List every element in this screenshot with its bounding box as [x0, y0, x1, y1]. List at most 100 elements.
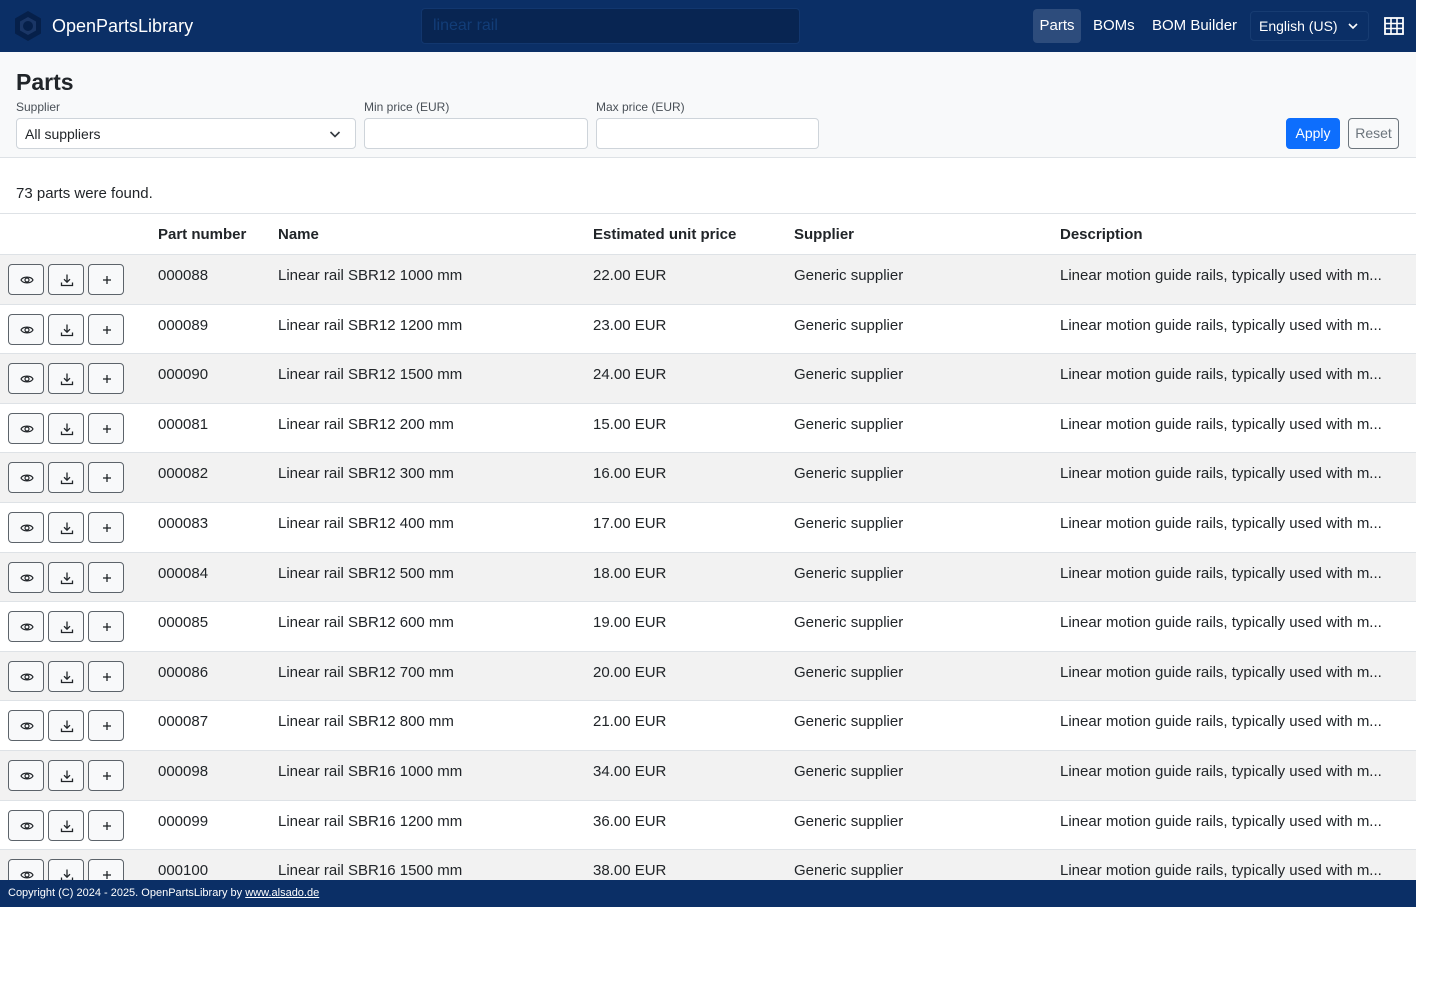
header-price[interactable]: Estimated unit price — [585, 213, 786, 255]
eye-icon — [20, 474, 34, 482]
download-button[interactable] — [48, 660, 84, 692]
add-to-bom-button[interactable] — [88, 264, 124, 295]
view-button[interactable] — [8, 363, 44, 395]
cell-supplier: Generic supplier — [786, 800, 1052, 851]
table-row: 000087 Linear rail SBR12 800 mm 21.00 EUR G… — [0, 700, 1416, 751]
add-to-bom-button[interactable] — [88, 363, 124, 395]
cell-supplier: Generic supplier — [786, 452, 1052, 503]
cell-part-number: 000099 — [150, 800, 270, 851]
cell-part-number: 000084 — [150, 552, 270, 603]
cell-supplier: Generic supplier — [786, 849, 1052, 880]
chevron-down-icon — [329, 131, 341, 138]
table-row: 000082 Linear rail SBR12 300 mm 16.00 EUR G… — [0, 452, 1416, 503]
nav-link-bom-builder[interactable]: BOM Builder — [1144, 9, 1245, 43]
download-button[interactable] — [48, 759, 84, 791]
view-button[interactable] — [8, 561, 44, 593]
download-button[interactable] — [48, 611, 84, 643]
cell-name: Linear rail SBR16 1000 mm — [270, 750, 585, 801]
header-name[interactable]: Name — [270, 213, 585, 255]
cell-part-number: 000085 — [150, 601, 270, 652]
view-button[interactable] — [8, 859, 44, 880]
reset-button[interactable]: Reset — [1348, 118, 1399, 149]
view-button[interactable] — [8, 809, 44, 841]
cell-price: 15.00 EUR — [585, 403, 786, 454]
download-button[interactable] — [48, 363, 84, 395]
plus-icon — [103, 424, 111, 433]
download-icon — [60, 820, 74, 832]
view-button[interactable] — [8, 611, 44, 643]
download-button[interactable] — [48, 859, 84, 880]
supplier-select-value: All suppliers — [25, 125, 101, 142]
add-to-bom-button[interactable] — [88, 759, 124, 791]
footer-link[interactable]: www.alsado.de — [245, 887, 319, 899]
row-actions — [0, 502, 150, 553]
language-select[interactable]: English (US) — [1250, 11, 1369, 41]
add-to-bom-button[interactable] — [88, 412, 124, 444]
header-supplier[interactable]: Supplier — [786, 213, 1052, 255]
row-actions — [0, 700, 150, 751]
apply-button[interactable]: Apply — [1286, 118, 1340, 149]
plus-icon — [103, 623, 111, 632]
cell-price: 18.00 EUR — [585, 552, 786, 603]
add-to-bom-button[interactable] — [88, 462, 124, 494]
plus-icon — [103, 871, 111, 880]
download-button[interactable] — [48, 462, 84, 494]
view-button[interactable] — [8, 511, 44, 543]
add-to-bom-button[interactable] — [88, 313, 124, 345]
view-button[interactable] — [8, 264, 44, 295]
brand[interactable]: OpenPartsLibrary — [12, 10, 193, 42]
cell-description: Linear motion guide rails, typically use… — [1052, 552, 1416, 603]
min-price-input[interactable] — [364, 118, 588, 149]
cell-description: Linear motion guide rails, typically use… — [1052, 750, 1416, 801]
plus-icon — [103, 821, 111, 830]
add-to-bom-button[interactable] — [88, 611, 124, 643]
cell-name: Linear rail SBR12 300 mm — [270, 452, 585, 503]
download-button[interactable] — [48, 412, 84, 444]
cell-price: 34.00 EUR — [585, 750, 786, 801]
table-grid-icon[interactable] — [1383, 15, 1405, 37]
view-button[interactable] — [8, 710, 44, 742]
eye-icon — [20, 822, 34, 829]
download-icon — [60, 373, 74, 386]
view-button[interactable] — [8, 412, 44, 444]
supplier-select[interactable]: All suppliers — [16, 118, 356, 149]
parts-table-container: Part number Name Estimated unit price Su… — [0, 213, 1416, 880]
download-button[interactable] — [48, 561, 84, 593]
row-actions — [0, 800, 150, 851]
nav-link-parts[interactable]: Parts — [1033, 9, 1081, 43]
chevron-down-icon — [1348, 23, 1358, 30]
add-to-bom-button[interactable] — [88, 561, 124, 593]
download-button[interactable] — [48, 809, 84, 841]
cell-name: Linear rail SBR12 1000 mm — [270, 254, 585, 305]
plus-icon — [103, 474, 111, 483]
header-description[interactable]: Description — [1052, 213, 1416, 255]
table-row: 000083 Linear rail SBR12 400 mm 17.00 EUR G… — [0, 502, 1416, 553]
view-button[interactable] — [8, 660, 44, 692]
view-button[interactable] — [8, 759, 44, 791]
plus-icon — [103, 722, 111, 731]
cell-part-number: 000100 — [150, 849, 270, 880]
cell-name: Linear rail SBR12 400 mm — [270, 502, 585, 553]
download-icon — [60, 522, 74, 535]
cell-description: Linear motion guide rails, typically use… — [1052, 800, 1416, 851]
add-to-bom-button[interactable] — [88, 660, 124, 692]
add-to-bom-button[interactable] — [88, 511, 124, 543]
nav-link-boms[interactable]: BOMs — [1085, 9, 1143, 43]
download-button[interactable] — [48, 313, 84, 345]
download-button[interactable] — [48, 710, 84, 742]
download-button[interactable] — [48, 511, 84, 543]
add-to-bom-button[interactable] — [88, 859, 124, 880]
view-button[interactable] — [8, 462, 44, 494]
cell-description: Linear motion guide rails, typically use… — [1052, 502, 1416, 553]
search-input[interactable] — [421, 8, 800, 44]
cell-part-number: 000082 — [150, 452, 270, 503]
header-part-number[interactable]: Part number — [150, 213, 270, 255]
cell-supplier: Generic supplier — [786, 651, 1052, 702]
max-price-input[interactable] — [596, 118, 819, 149]
language-value: English (US) — [1259, 18, 1338, 34]
plus-icon — [103, 375, 111, 384]
add-to-bom-button[interactable] — [88, 710, 124, 742]
download-button[interactable] — [48, 264, 84, 295]
view-button[interactable] — [8, 313, 44, 345]
add-to-bom-button[interactable] — [88, 809, 124, 841]
